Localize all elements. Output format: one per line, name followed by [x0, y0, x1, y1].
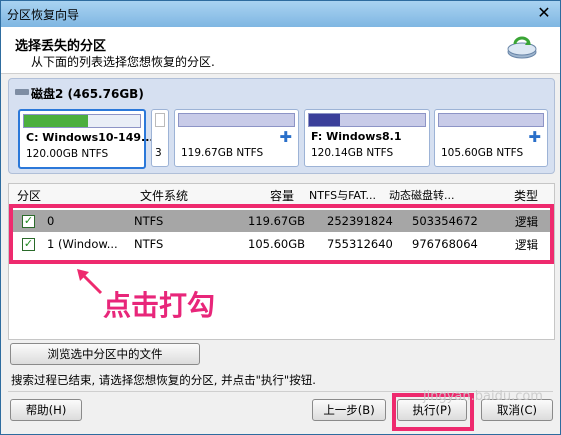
- partition-usage-bar: [309, 114, 341, 126]
- partition-usage-bar: [24, 115, 88, 127]
- status-text: 搜索过程已结束, 请选择您想恢复的分区, 并点击"执行"按钮.: [11, 373, 316, 387]
- disk-label: 磁盘2 (465.76GB): [15, 85, 144, 102]
- plus-icon: ✚: [279, 128, 292, 146]
- column-header-partition[interactable]: 分区: [17, 187, 41, 204]
- recover-disk-icon: [507, 36, 537, 59]
- disk-icon: [15, 89, 29, 95]
- table-header: 分区 文件系统 容量 NTFS与FAT... 动态磁盘转... 类型: [9, 184, 554, 205]
- wizard-header: 选择丢失的分区 从下面的列表选择您想恢复的分区.: [1, 27, 560, 74]
- column-header-filesystem[interactable]: 文件系统: [140, 187, 188, 204]
- partition-card-lost-1[interactable]: ✚ 119.67GB NTFS: [174, 109, 299, 167]
- page-title: 选择丢失的分区: [15, 39, 107, 54]
- back-button[interactable]: 上一步(B): [312, 399, 386, 421]
- column-header-ntfs-fat[interactable]: NTFS与FAT...: [309, 187, 376, 203]
- browse-files-button[interactable]: 浏览选中分区中的文件: [10, 343, 200, 365]
- column-header-type[interactable]: 类型: [514, 187, 538, 204]
- partition-size: 120.14GB NTFS: [311, 147, 394, 159]
- annotation-box-rows: [9, 204, 554, 264]
- column-header-capacity[interactable]: 容量: [270, 187, 294, 204]
- annotation-text: 点击打勾: [103, 289, 216, 322]
- plus-icon: ✚: [528, 128, 541, 146]
- window-title: 分区恢复向导: [7, 8, 80, 22]
- partition-card-small[interactable]: 3: [151, 109, 169, 167]
- watermark: jingyan.baidu.com: [423, 389, 543, 404]
- partition-size: 105.60GB NTFS: [441, 147, 524, 159]
- column-header-dynamic[interactable]: 动态磁盘转...: [389, 187, 455, 203]
- partition-name: C: Windows10-149...: [26, 131, 154, 144]
- partition-card-f[interactable]: F: Windows8.1 120.14GB NTFS: [304, 109, 430, 167]
- partition-size: 119.67GB NTFS: [181, 147, 264, 159]
- title-bar: 分区恢复向导 ✕: [1, 1, 560, 27]
- disk-map-panel: 磁盘2 (465.76GB) C: Windows10-149... 120.0…: [8, 78, 555, 174]
- partition-card-c[interactable]: C: Windows10-149... 120.00GB NTFS: [18, 109, 154, 169]
- partition-size: 120.00GB NTFS: [26, 148, 109, 160]
- close-icon[interactable]: ✕: [534, 4, 554, 22]
- help-button[interactable]: 帮助(H): [10, 399, 82, 421]
- page-subtitle: 从下面的列表选择您想恢复的分区.: [31, 55, 215, 69]
- partition-card-lost-2[interactable]: ✚ 105.60GB NTFS: [434, 109, 548, 167]
- dialog-window: 分区恢复向导 ✕ 选择丢失的分区 从下面的列表选择您想恢复的分区. 磁盘2 (4…: [0, 0, 561, 435]
- partition-name: F: Windows8.1: [311, 130, 402, 143]
- partition-size: 3: [155, 147, 162, 159]
